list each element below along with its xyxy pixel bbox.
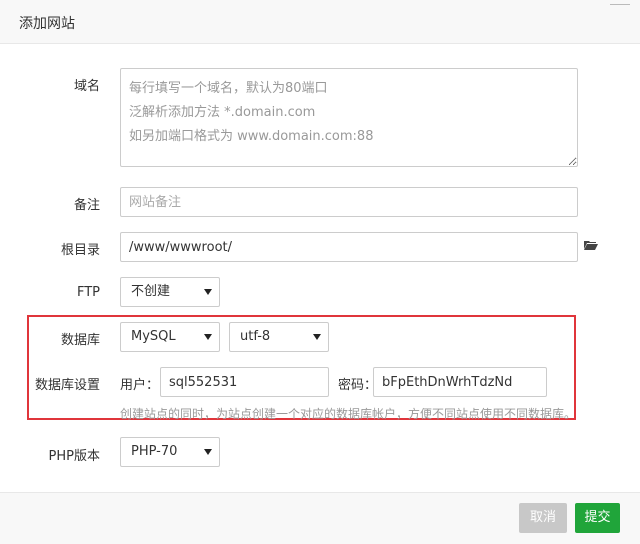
- php-version-value: PHP-70: [131, 444, 178, 459]
- add-site-dialog: 添加网站 域名 备注 根目录 FTP 不创建 数据库 MySQL utf-8 数…: [0, 0, 640, 544]
- cancel-button[interactable]: 取消: [519, 503, 567, 533]
- folder-open-icon[interactable]: [584, 240, 598, 250]
- db-password-label: 密码：: [338, 378, 378, 393]
- db-password-input[interactable]: [373, 367, 547, 397]
- db-settings-label: 数据库设置: [34, 378, 100, 393]
- ftp-select[interactable]: 不创建: [120, 277, 220, 307]
- close-icon[interactable]: [610, 2, 630, 8]
- dialog-header: 添加网站: [0, 0, 640, 44]
- database-type-select[interactable]: MySQL: [120, 322, 220, 352]
- submit-button[interactable]: 提交: [575, 503, 620, 533]
- ftp-label: FTP: [76, 285, 100, 300]
- note-label: 备注: [73, 198, 100, 213]
- caret-down-icon: [204, 334, 212, 340]
- domain-textarea[interactable]: [120, 68, 578, 167]
- php-version-select[interactable]: PHP-70: [120, 437, 220, 467]
- charset-select[interactable]: utf-8: [229, 322, 329, 352]
- db-user-label: 用户：: [120, 378, 160, 393]
- caret-down-icon: [204, 449, 212, 455]
- root-label: 根目录: [60, 243, 100, 258]
- charset-value: utf-8: [240, 329, 271, 344]
- ftp-select-value: 不创建: [131, 284, 171, 299]
- dialog-title: 添加网站: [19, 16, 75, 32]
- dialog-footer: 取消 提交: [0, 492, 640, 544]
- database-type-value: MySQL: [131, 329, 176, 344]
- domain-label: 域名: [73, 79, 100, 94]
- note-input[interactable]: [120, 187, 578, 217]
- caret-down-icon: [204, 289, 212, 295]
- database-label: 数据库: [60, 333, 100, 348]
- root-dir-input[interactable]: [120, 232, 578, 262]
- db-settings-hint: 创建站点的同时，为站点创建一个对应的数据库帐户，方便不同站点使用不同数据库。: [120, 407, 577, 421]
- db-user-input[interactable]: [160, 367, 329, 397]
- php-label: PHP版本: [48, 449, 100, 464]
- caret-down-icon: [313, 334, 321, 340]
